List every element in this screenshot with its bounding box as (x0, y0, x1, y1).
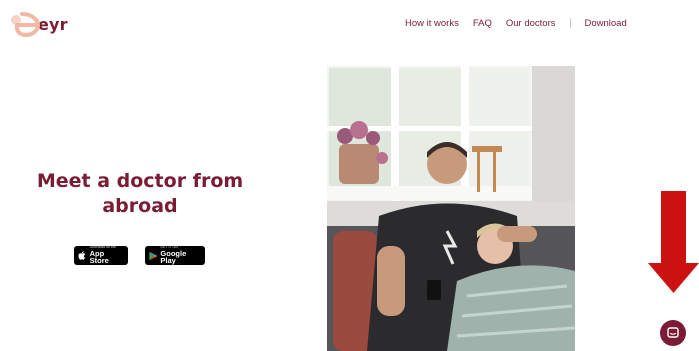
app-store-button[interactable]: Download on the App Store (74, 246, 128, 265)
hero-title-line1: Meet a doctor from (36, 170, 244, 192)
logo-text: eyr (38, 14, 68, 34)
google-play-big-text: Google Play (160, 248, 187, 266)
hero-title: Meet a doctor from abroad (28, 169, 252, 219)
hero-title-line2: abroad (102, 195, 178, 217)
chat-icon (667, 327, 679, 338)
nav-divider (569, 18, 571, 28)
app-store-big-text: App Store (89, 248, 109, 266)
hero-photo (327, 66, 575, 351)
google-play-icon (149, 251, 158, 260)
apple-icon (78, 251, 86, 260)
top-nav: How it works FAQ Our doctors Download (405, 16, 627, 30)
nav-download[interactable]: Download (585, 18, 627, 29)
page: eyr How it works FAQ Our doctors Downloa… (0, 0, 699, 351)
chat-button[interactable] (660, 320, 686, 346)
logo[interactable]: eyr (8, 8, 68, 38)
red-down-arrow-icon (648, 191, 699, 293)
hero-photo-illustration (327, 66, 575, 351)
nav-how-it-works[interactable]: How it works (405, 18, 459, 29)
google-play-button[interactable]: GET IT ON Google Play (145, 246, 205, 265)
logo-mark-icon (11, 12, 41, 37)
nav-faq[interactable]: FAQ (473, 18, 492, 29)
nav-our-doctors[interactable]: Our doctors (506, 18, 556, 29)
